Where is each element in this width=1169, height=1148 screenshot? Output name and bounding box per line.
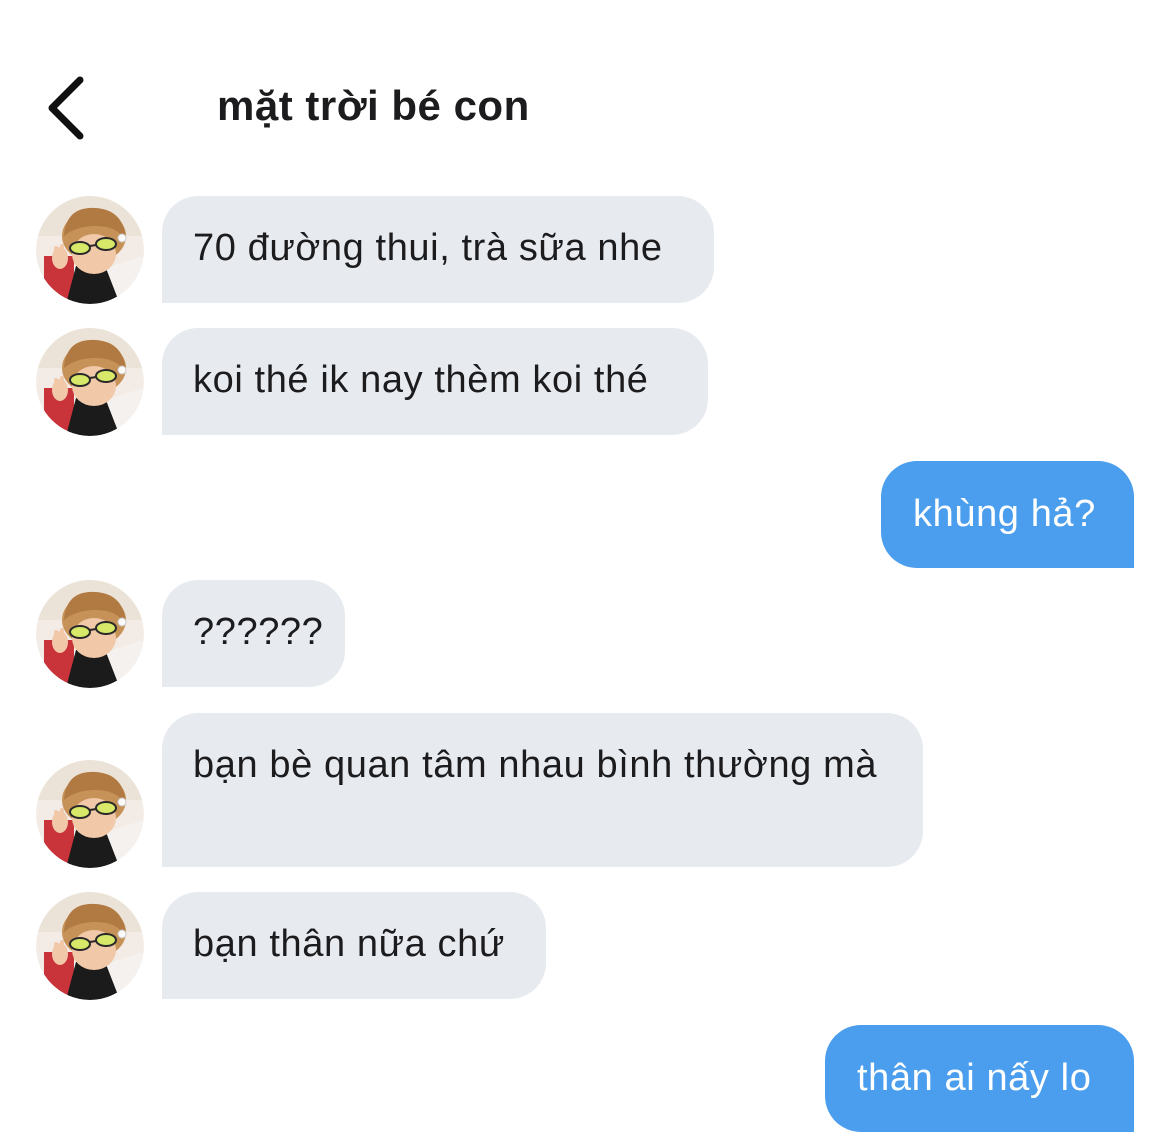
avatar[interactable] (36, 760, 144, 868)
avatar[interactable] (36, 328, 144, 436)
page-title: mặt trời bé con (217, 82, 530, 129)
message-bubble-incoming[interactable]: ?????? (162, 580, 345, 687)
message-text: bạn thân nữa chứ (193, 923, 505, 965)
message-text: 70 đường thui, trà sữa nhe (193, 227, 663, 269)
message-text: khùng hả? (913, 493, 1096, 535)
avatar[interactable] (36, 580, 144, 688)
message-text: thân ai nấy lo (857, 1057, 1092, 1099)
message-bubble-incoming[interactable]: bạn thân nữa chứ (162, 892, 546, 999)
avatar[interactable] (36, 196, 144, 304)
message-text: koi thé ik nay thèm koi thé (193, 359, 649, 401)
message-bubble-incoming[interactable]: bạn bè quan tâm nhau bình thường mà (162, 713, 923, 867)
message-bubble-incoming[interactable]: 70 đường thui, trà sữa nhe (162, 196, 714, 303)
message-text: bạn bè quan tâm nhau bình thường mà (193, 744, 878, 786)
back-button[interactable] (36, 68, 96, 148)
message-bubble-outgoing[interactable]: thân ai nấy lo (825, 1025, 1134, 1132)
message-text: ?????? (193, 611, 324, 653)
chevron-left-icon (48, 76, 84, 140)
avatar[interactable] (36, 892, 144, 1000)
message-bubble-outgoing[interactable]: khùng hả? (881, 461, 1134, 568)
message-bubble-incoming[interactable]: koi thé ik nay thèm koi thé (162, 328, 708, 435)
chat-header: mặt trời bé con (0, 0, 1169, 180)
